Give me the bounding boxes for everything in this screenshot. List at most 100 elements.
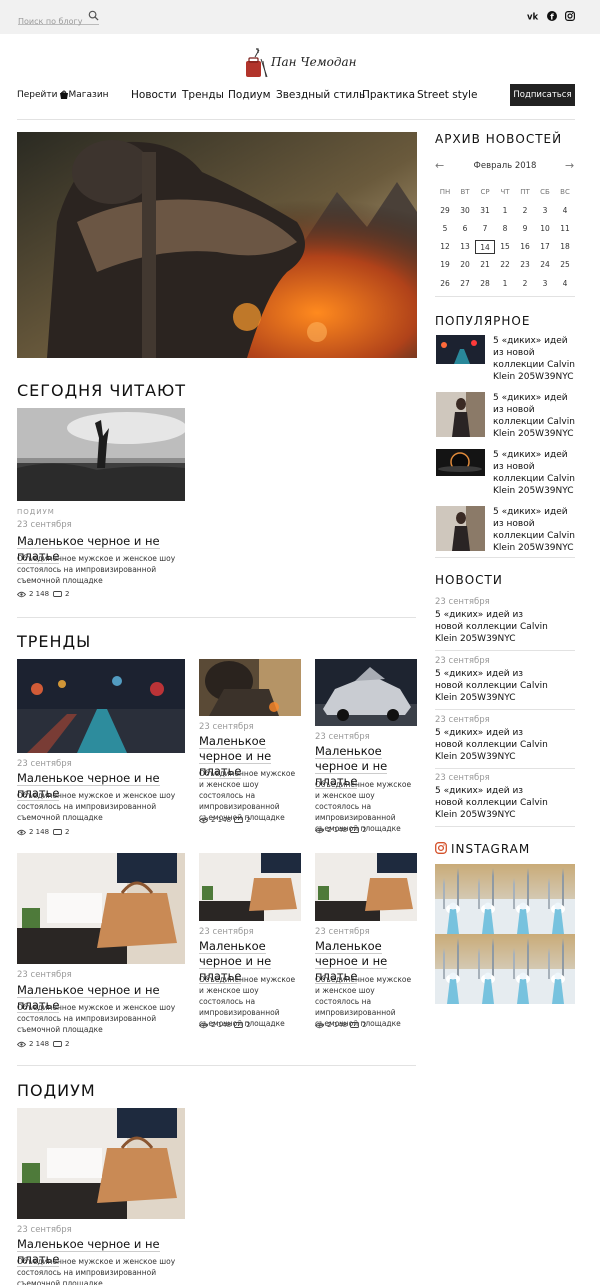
today-card-image[interactable]	[17, 408, 185, 501]
news-item-1-title[interactable]: 5 «диких» идей из новой коллекции Calvin…	[435, 609, 550, 645]
calendar-day[interactable]: 19	[435, 260, 455, 269]
eye-icon	[17, 1041, 26, 1047]
archive-title: АРХИВ НОВОСТЕЙ	[435, 132, 563, 146]
calendar-day[interactable]: 7	[475, 224, 495, 233]
site-logo[interactable]: Пан Чемодан	[243, 45, 357, 79]
search-icon[interactable]	[88, 10, 99, 21]
news-item-4-title[interactable]: 5 «диких» идей из новой коллекции Calvin…	[435, 785, 550, 821]
calendar-day[interactable]: 23	[515, 260, 535, 269]
calendar-day[interactable]: 24	[535, 260, 555, 269]
nav-street-style[interactable]: Street style	[417, 89, 477, 101]
trend-card-1-date: 23 сентября	[17, 759, 72, 769]
search-input[interactable]	[18, 15, 84, 26]
vk-icon[interactable]: vk	[527, 11, 539, 22]
nav-practice[interactable]: Практика	[362, 89, 415, 101]
calendar-day[interactable]: 8	[495, 224, 515, 233]
calendar-day[interactable]: 4	[555, 206, 575, 215]
calendar-day[interactable]: 25	[555, 260, 575, 269]
trend-card-2-date: 23 сентября	[199, 722, 254, 732]
calendar-day[interactable]: 20	[455, 260, 475, 269]
section-divider	[17, 1065, 416, 1066]
calendar-day[interactable]: 2	[515, 206, 535, 215]
instagram-feed[interactable]	[435, 864, 575, 1004]
trend-card-5-image[interactable]	[199, 853, 301, 921]
subscribe-button[interactable]: Подписаться	[510, 84, 575, 106]
popular-item-4-title[interactable]: 5 «диких» идей из новой коллекции Calvin…	[493, 506, 575, 554]
calendar-day[interactable]: 15	[495, 242, 515, 251]
trend-card-5-date: 23 сентября	[199, 927, 254, 937]
trends-title: ТРЕНДЫ	[17, 632, 92, 651]
views-count: 2 148	[327, 1021, 348, 1029]
sidebar-divider	[435, 296, 575, 297]
calendar-day[interactable]: 13	[455, 242, 475, 251]
news-item-2-title[interactable]: 5 «диких» идей из новой коллекции Calvin…	[435, 668, 550, 704]
calendar-day[interactable]: 18	[555, 242, 575, 251]
calendar-day[interactable]: 5	[435, 224, 455, 233]
weekday: ВТ	[460, 188, 470, 197]
hero-image[interactable]	[17, 132, 417, 358]
news-item-3-title[interactable]: 5 «диких» идей из новой коллекции Calvin…	[435, 727, 550, 763]
calendar-day[interactable]: 22	[495, 260, 515, 269]
instagram-icon[interactable]	[565, 11, 575, 21]
popular-item-2-image[interactable]	[436, 392, 485, 437]
podium-card-image[interactable]	[17, 1108, 185, 1219]
calendar-day[interactable]: 1	[495, 279, 515, 288]
calendar-day[interactable]: 27	[455, 279, 475, 288]
calendar-day[interactable]: 11	[555, 224, 575, 233]
comment-icon	[53, 828, 62, 835]
trend-card-3-image[interactable]	[315, 659, 417, 726]
calendar-day[interactable]: 16	[515, 242, 535, 251]
trend-card-4-image[interactable]	[17, 853, 185, 964]
calendar-day-today[interactable]: 14	[475, 239, 495, 254]
calendar-day[interactable]: 12	[435, 242, 455, 251]
calendar-week: 26 27 28 1 2 3 4	[435, 274, 575, 292]
popular-item-1-image[interactable]	[436, 335, 485, 364]
comment-icon	[350, 1021, 359, 1028]
trend-card-6-views: 2 148	[315, 1021, 347, 1029]
popular-item-2-title[interactable]: 5 «диких» идей из новой коллекции Calvin…	[493, 392, 575, 440]
suitcase-logo-icon	[246, 48, 268, 78]
calendar-day[interactable]: 30	[455, 206, 475, 215]
calendar-day[interactable]: 10	[535, 224, 555, 233]
nav-podium[interactable]: Подиум	[228, 89, 271, 101]
nav-star-style[interactable]: Звездный стиль	[276, 89, 365, 101]
comment-icon	[53, 590, 62, 597]
calendar-day[interactable]: 28	[475, 279, 495, 288]
news-item-1-date: 23 сентября	[435, 597, 490, 607]
popular-item-3-image[interactable]	[436, 449, 485, 476]
calendar-day[interactable]: 4	[555, 279, 575, 288]
views-count: 2 148	[29, 590, 50, 598]
comments-count: 2	[65, 590, 70, 598]
trend-card-6-comments: 2	[350, 1021, 366, 1029]
calendar-next-arrow-icon[interactable]: →	[565, 159, 574, 172]
eye-icon	[17, 829, 26, 835]
calendar-day[interactable]: 3	[535, 206, 555, 215]
calendar-day[interactable]: 3	[535, 279, 555, 288]
calendar-day[interactable]: 17	[535, 242, 555, 251]
calendar-day[interactable]: 26	[435, 279, 455, 288]
nav-news[interactable]: Новости	[131, 89, 177, 101]
calendar-day[interactable]: 21	[475, 260, 495, 269]
trend-card-5-comments: 2	[234, 1021, 250, 1029]
calendar-day[interactable]: 29	[435, 206, 455, 215]
trend-card-6-image[interactable]	[315, 853, 417, 921]
calendar-day[interactable]: 9	[515, 224, 535, 233]
popular-item-4-image[interactable]	[436, 506, 485, 551]
popular-item-1-title[interactable]: 5 «диких» идей из новой коллекции Calvin…	[493, 335, 575, 383]
comment-icon	[350, 826, 359, 833]
calendar-day[interactable]: 31	[475, 206, 495, 215]
calendar-day[interactable]: 2	[515, 279, 535, 288]
weekday: ПТ	[520, 188, 530, 197]
today-card-tag[interactable]: ПОДИУМ	[17, 508, 55, 516]
popular-item-3-title[interactable]: 5 «диких» идей из новой коллекции Calvin…	[493, 449, 575, 497]
trend-card-2-image[interactable]	[199, 659, 301, 716]
trend-card-1-image[interactable]	[17, 659, 185, 753]
section-divider	[17, 617, 416, 618]
nav-trends[interactable]: Тренды	[182, 89, 224, 101]
popular-title: ПОПУЛЯРНОЕ	[435, 314, 531, 328]
facebook-icon[interactable]: f	[547, 11, 557, 21]
calendar-day[interactable]: 1	[495, 206, 515, 215]
trend-card-3-date: 23 сентября	[315, 732, 370, 742]
calendar-week: 29 30 31 1 2 3 4	[435, 201, 575, 219]
calendar-day[interactable]: 6	[455, 224, 475, 233]
